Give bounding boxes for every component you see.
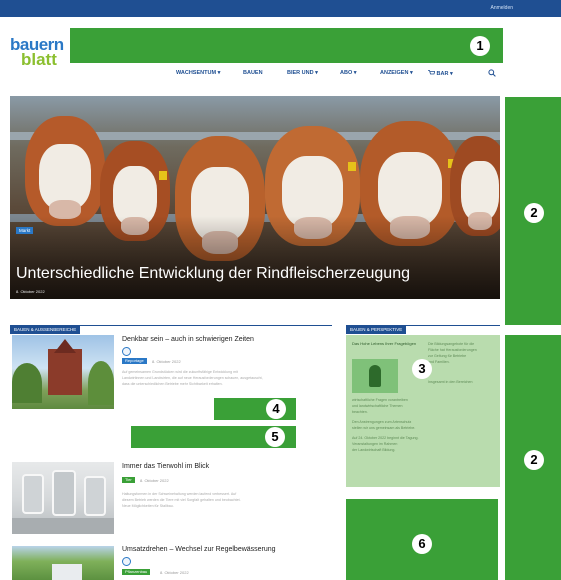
article-excerpt: Landwirtinnen und Landwirten, die auf ne… [122,376,263,380]
nav-item-bauen[interactable]: BAUEN [243,70,263,80]
promo-text: Insgesamt in den Bereichen [428,380,473,384]
article-thumbnail[interactable] [12,462,114,534]
ad-slot-header[interactable]: 1 [70,28,503,63]
chevron-down-icon: ▾ [353,70,357,76]
article-title[interactable]: Immer das Tierwohl im Blick [122,463,209,470]
nav-item-anzeigen[interactable]: ANZEIGEN ▾ [380,70,413,80]
search-icon[interactable] [488,69,496,77]
promo-text: und Familien. [428,360,450,364]
article-tag[interactable]: Reportage [122,358,147,364]
nav-label: ABO [340,70,353,76]
sidebar-promo-box[interactable]: Das Hohe Lebens Ihrer Fragebögen Die Bil… [346,335,500,487]
nav-item-bar[interactable]: BAR ▾ [428,70,453,80]
section-title[interactable]: BAUEN & AUSSENBEREICHE [10,326,81,334]
ad-slot-right-top[interactable]: 2 [505,97,561,325]
article-excerpt: Neue Möglichkeiten für Stallbau. [122,504,174,508]
article-excerpt: dass die unterschiedlichen Betriebe mehr… [122,382,223,386]
site-logo[interactable]: bauern blatt [10,36,70,69]
nav-item-bier-und[interactable]: BIER UND ▾ [287,70,318,80]
cart-icon [428,70,436,75]
article-date: 8. Oktober 2022 [140,478,169,483]
login-link[interactable]: Anmelden [490,5,513,11]
promo-text: stellen wir uns gemeinsam als Betriebe. [352,426,416,430]
chevron-down-icon: ▾ [217,70,221,76]
section-header-right: BAUEN & PERSPEKTIVE [346,318,500,334]
section-title[interactable]: BAUEN & PERSPEKTIVE [346,326,407,334]
nav-label: BIER UND [287,70,314,76]
ad-badge: 4 [266,399,286,419]
ad-slot-right-bottom[interactable]: 2 [505,335,561,580]
ad-slot-inline-small[interactable]: 4 [214,398,296,420]
ad-badge: 5 [265,427,285,447]
promo-text: der Landwirtschaft Bildung. [352,448,396,452]
article-title[interactable]: Denkbar sein – auch in schwierigen Zeite… [122,336,254,343]
promo-title: Das Hohe Lebens Ihrer Fragebögen [352,341,417,346]
nav-label: ANZEIGEN [380,70,409,76]
promo-illustration [352,359,398,393]
chevron-down-icon: ▾ [449,71,453,77]
chevron-down-icon: ▾ [315,70,318,76]
hero-category-badge[interactable]: Markt [16,227,34,234]
cow-image [25,116,105,226]
section-header-left: BAUEN & AUSSENBEREICHE [10,318,332,334]
hero-title[interactable]: Unterschiedliche Entwicklung der Rindfle… [16,265,410,283]
ad-badge: 3 [412,359,432,379]
article-thumbnail[interactable] [12,335,114,409]
article-tag[interactable]: Tier [122,477,135,483]
ad-badge: 1 [470,36,490,56]
top-bar: Anmelden [0,0,561,17]
logo-line2: blatt [21,50,57,69]
ad-slot-sidebar[interactable]: 6 [346,499,498,580]
author-avatar-icon [122,557,131,566]
author-avatar-icon [122,347,131,356]
ad-badge: 6 [412,534,432,554]
article-title[interactable]: Umsatzdrehen – Wechsel zur Regelbewässer… [122,546,276,553]
ad-badge: 2 [524,450,544,470]
article-excerpt: Auf gemeinsamen Grundstücken wird die zu… [122,370,238,374]
article-tag[interactable]: Pflanzenbau [122,569,151,575]
ad-badge: 2 [524,203,544,223]
article-date: 8. Oktober 2022 [160,570,189,575]
chevron-down-icon: ▾ [409,70,413,76]
hero-date: 8. Oktober 2022 [16,289,45,294]
ad-slot-inline-wide[interactable]: 5 [131,426,296,448]
nav-item-wachsentum[interactable]: WACHSENTUM ▾ [176,70,220,80]
nav-label: BAR [436,71,449,77]
article-date: 8. Oktober 2022 [152,359,181,364]
nav-label: WACHSENTUM [176,70,217,76]
nav-item-abo[interactable]: ABO ▾ [340,70,357,80]
nav-label: BAUEN [243,70,263,76]
article-thumbnail[interactable] [12,546,114,580]
article-excerpt: diesem Betrieb werden die Tiere mit viel… [122,498,241,502]
article-excerpt: Haltungsformen in der Schweinehaltung we… [122,492,237,496]
promo-text: beachten. [352,410,368,414]
